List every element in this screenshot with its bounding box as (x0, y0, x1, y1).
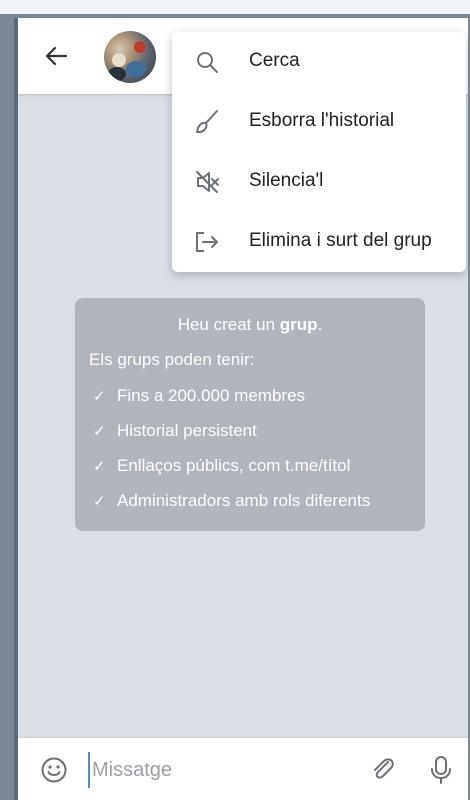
menu-item-clear-history[interactable]: Esborra l'historial (172, 92, 466, 152)
menu-item-label: Esborra l'historial (249, 110, 395, 131)
checkmark-icon: ✓ (93, 388, 106, 405)
menu-item-label: Silencia'l (249, 170, 324, 191)
menu-item-label: Cerca (249, 50, 300, 71)
back-button[interactable] (40, 40, 72, 72)
menu-item-label: Elimina i surt del grup (249, 230, 432, 251)
checkmark-icon: ✓ (93, 423, 106, 440)
search-icon (192, 47, 222, 77)
attach-button[interactable] (368, 754, 398, 784)
leave-icon (192, 227, 222, 257)
group-avatar[interactable] (104, 31, 156, 83)
chat-screen: Cerca Esborra l'historial Silencia'l Eli… (18, 18, 468, 800)
feature-item: ✓ Administradors amb rols diferents (93, 491, 371, 510)
paperclip-icon (374, 758, 394, 779)
menu-item-leave-group[interactable]: Elimina i surt del grup (172, 212, 466, 272)
emoji-button[interactable] (40, 756, 68, 784)
smiley-icon (41, 757, 67, 783)
feature-item: ✓ Historial persistent (93, 421, 257, 440)
feature-item: ✓ Fins a 200.000 membres (93, 386, 306, 405)
service-title: Heu creat un grup. (177, 315, 323, 334)
message-input[interactable] (88, 752, 354, 788)
voice-message-button[interactable] (426, 754, 456, 786)
broom-icon (192, 107, 222, 137)
group-created-service-message: Heu creat un grup. Els grups poden tenir… (75, 298, 425, 531)
arrow-left-icon (45, 46, 67, 66)
message-composer (18, 738, 468, 800)
microphone-icon (431, 756, 451, 784)
service-subtitle: Els grups poden tenir: (89, 350, 255, 369)
menu-item-search[interactable]: Cerca (172, 32, 466, 92)
mute-icon (192, 167, 222, 197)
checkmark-icon: ✓ (93, 493, 106, 510)
menu-item-mute[interactable]: Silencia'l (172, 152, 466, 212)
checkmark-icon: ✓ (93, 458, 106, 475)
chat-options-menu: Cerca Esborra l'historial Silencia'l Eli… (172, 32, 466, 272)
feature-item: ✓ Enllaços públics, com t.me/títol (93, 456, 351, 475)
